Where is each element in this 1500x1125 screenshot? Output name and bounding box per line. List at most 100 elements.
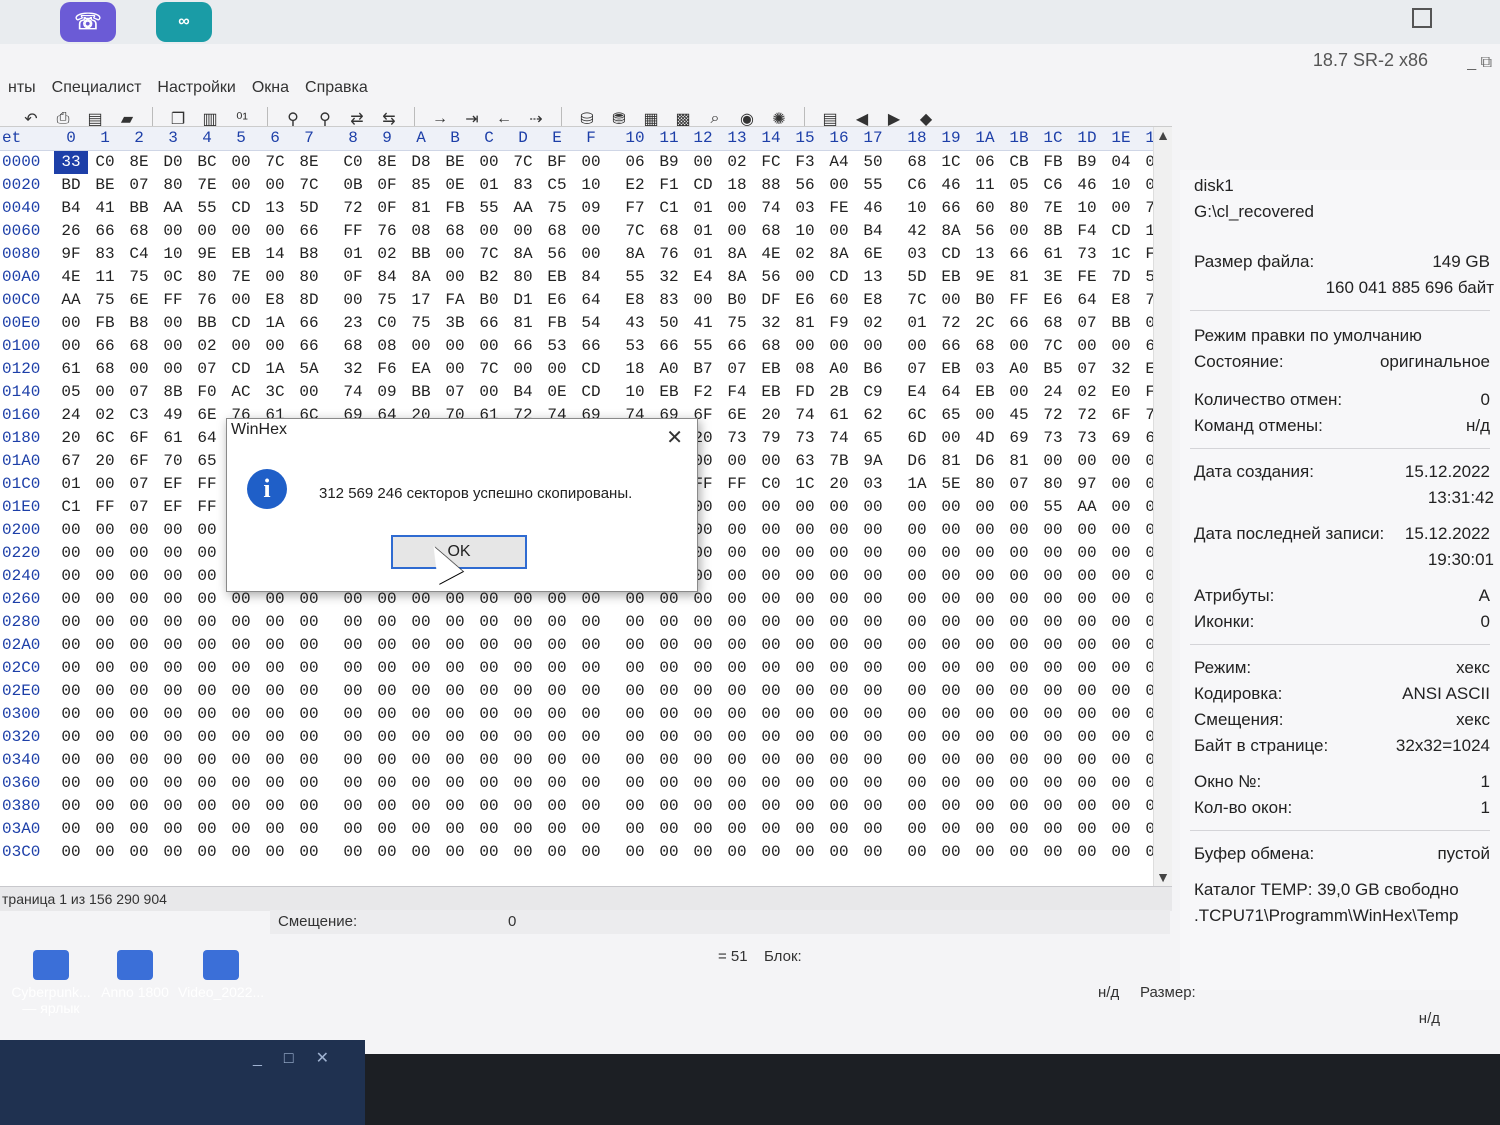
hex-byte[interactable]: 07	[900, 358, 934, 381]
hex-byte[interactable]: 00	[506, 772, 540, 795]
hex-byte[interactable]: 03	[900, 243, 934, 266]
hex-byte[interactable]: 7E	[1036, 197, 1070, 220]
hex-byte[interactable]: 00	[968, 818, 1002, 841]
hex-byte[interactable]: 56	[968, 220, 1002, 243]
hex-byte[interactable]: 07	[438, 381, 472, 404]
hex-byte[interactable]: 10	[574, 174, 608, 197]
hex-byte[interactable]: 20	[54, 427, 88, 450]
hex-byte[interactable]: 73	[1070, 243, 1104, 266]
hex-byte[interactable]: 00	[506, 795, 540, 818]
hex-byte[interactable]: 00	[574, 243, 608, 266]
hex-byte[interactable]: 00	[54, 680, 88, 703]
hex-byte[interactable]: 80	[1002, 197, 1036, 220]
hex-byte[interactable]: 00	[934, 841, 968, 864]
hex-byte[interactable]: 00	[900, 726, 934, 749]
hex-byte[interactable]: CD	[686, 174, 720, 197]
hex-byte[interactable]: 00	[652, 634, 686, 657]
hex-byte[interactable]: B0	[968, 289, 1002, 312]
hex-byte[interactable]: 84	[370, 266, 404, 289]
hex-byte[interactable]: 00	[258, 634, 292, 657]
hex-byte[interactable]: 00	[258, 335, 292, 358]
hex-byte[interactable]: 00	[1104, 542, 1138, 565]
hex-byte[interactable]: D6	[900, 450, 934, 473]
hex-byte[interactable]: 02	[370, 243, 404, 266]
hex-byte[interactable]: 00	[156, 772, 190, 795]
hex-byte[interactable]: 00	[122, 749, 156, 772]
hex-byte[interactable]: 00	[652, 726, 686, 749]
hex-byte[interactable]: 24	[54, 404, 88, 427]
hex-byte[interactable]: 3B	[438, 312, 472, 335]
hex-byte[interactable]: 8A	[506, 243, 540, 266]
hex-byte[interactable]: 10	[618, 381, 652, 404]
hex-byte[interactable]: 43	[618, 312, 652, 335]
hex-byte[interactable]: 00	[934, 496, 968, 519]
hex-byte[interactable]: 00	[370, 634, 404, 657]
row-bytes[interactable]: 0000000000000000000000000000000000000000…	[54, 657, 1172, 680]
hex-byte[interactable]: 81	[506, 312, 540, 335]
hex-byte[interactable]: 81	[788, 312, 822, 335]
hex-byte[interactable]: 00	[822, 588, 856, 611]
hex-byte[interactable]: BE	[88, 174, 122, 197]
hex-byte[interactable]: 55	[1036, 496, 1070, 519]
hex-byte[interactable]: 00	[156, 358, 190, 381]
hex-byte[interactable]: 7C	[472, 243, 506, 266]
hex-byte[interactable]: 61	[822, 404, 856, 427]
hex-byte[interactable]: 00	[574, 151, 608, 174]
hex-byte[interactable]: FE	[1070, 266, 1104, 289]
table-row[interactable]: 0140 05 00 07 8B F0 AC 3C 00 74 09 BB 07 00 B4 0E CD 10 EB…	[0, 381, 1172, 404]
hex-byte[interactable]: 07	[1070, 312, 1104, 335]
hex-byte[interactable]: 00	[472, 703, 506, 726]
hex-byte[interactable]: 00	[574, 611, 608, 634]
hex-byte[interactable]: 00	[1002, 588, 1036, 611]
hex-byte[interactable]: 00	[720, 496, 754, 519]
hex-byte[interactable]: F4	[720, 381, 754, 404]
hex-byte[interactable]: 81	[1002, 450, 1036, 473]
hex-byte[interactable]: 00	[156, 565, 190, 588]
hex-byte[interactable]: DF	[754, 289, 788, 312]
hex-byte[interactable]: 00	[438, 266, 472, 289]
hex-byte[interactable]: 66	[292, 220, 326, 243]
hex-byte[interactable]: 00	[1070, 335, 1104, 358]
hex-byte[interactable]: 00	[900, 335, 934, 358]
hex-byte[interactable]: 55	[686, 335, 720, 358]
hex-byte[interactable]: 80	[506, 266, 540, 289]
hex-byte[interactable]: 00	[292, 680, 326, 703]
hex-byte[interactable]: 00	[438, 795, 472, 818]
hex-byte[interactable]: D8	[404, 151, 438, 174]
hex-byte[interactable]: 00	[370, 818, 404, 841]
hex-byte[interactable]: BE	[438, 151, 472, 174]
hex-byte[interactable]: 00	[438, 772, 472, 795]
hex-byte[interactable]: 97	[1070, 473, 1104, 496]
hex-byte[interactable]: 32	[754, 312, 788, 335]
row-bytes[interactable]: 0000000000000000000000000000000000000000…	[54, 634, 1172, 657]
hex-byte[interactable]: 00	[88, 588, 122, 611]
hex-byte[interactable]: 00	[720, 818, 754, 841]
hex-byte[interactable]: E8	[1104, 289, 1138, 312]
hex-byte[interactable]: F0	[190, 381, 224, 404]
hex-byte[interactable]: 00	[968, 772, 1002, 795]
hex-byte[interactable]: FF	[190, 473, 224, 496]
hex-byte[interactable]: 1A	[258, 358, 292, 381]
hex-byte[interactable]: 00	[1070, 519, 1104, 542]
row-bytes[interactable]: 33 C0 8E D0 BC 00 7C 8E C0 8E D8 BE 00 7C BF 00 06 B9 00 02…	[54, 151, 1172, 174]
hex-byte[interactable]: 00	[574, 818, 608, 841]
hex-byte[interactable]: B4	[54, 197, 88, 220]
hex-byte[interactable]: C0	[336, 151, 370, 174]
hex-byte[interactable]: 00	[1036, 680, 1070, 703]
hex-byte[interactable]: 00	[54, 772, 88, 795]
hex-byte[interactable]: 00	[190, 220, 224, 243]
hex-byte[interactable]: 46	[856, 197, 890, 220]
hex-byte[interactable]: 14	[258, 243, 292, 266]
hex-byte[interactable]: 00	[900, 818, 934, 841]
hex-byte[interactable]: 00	[54, 312, 88, 335]
hex-byte[interactable]: 80	[156, 174, 190, 197]
hex-byte[interactable]: 00	[472, 726, 506, 749]
desktop-shortcut-cyberpunk[interactable]: Cyberpunk... — ярлык	[8, 950, 94, 1016]
hex-byte[interactable]: 00	[156, 542, 190, 565]
hex-byte[interactable]: 00	[900, 634, 934, 657]
hex-byte[interactable]: 4E	[54, 266, 88, 289]
hex-byte[interactable]: 50	[856, 151, 890, 174]
hex-byte[interactable]: 03	[788, 197, 822, 220]
hex-byte[interactable]: 76	[652, 243, 686, 266]
hex-byte[interactable]: E6	[540, 289, 574, 312]
